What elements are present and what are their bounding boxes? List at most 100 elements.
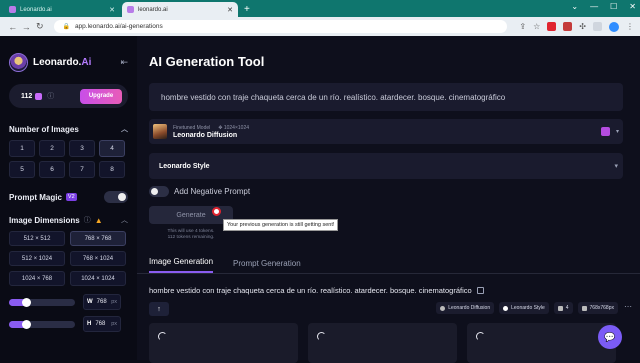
model-icon [440, 305, 446, 311]
brand-name: Leonardo.Ai [33, 56, 92, 68]
negative-prompt-toggle[interactable] [149, 186, 169, 197]
image-count-option[interactable]: 8 [99, 161, 125, 178]
image-count-option[interactable]: 5 [9, 161, 35, 178]
width-value: 768 [96, 299, 107, 305]
width-unit: px [111, 299, 117, 305]
style-select[interactable]: Leonardo Style ▾ [149, 153, 623, 179]
close-window-icon[interactable]: ✕ [629, 2, 636, 11]
browser-actions: ⇪ ☆ ✣ ⋮ [519, 21, 634, 32]
dimension-option[interactable]: 768 × 768 [70, 231, 126, 246]
chevron-down-icon[interactable]: ⌄ [571, 2, 578, 11]
number-of-images-options: 1234 5678 [9, 140, 128, 178]
sidebar: Leonardo.Ai ⇤ 112 ⓘ Upgrade Number of Im… [0, 36, 137, 360]
model-thumbnail [153, 124, 167, 139]
generation-tabs: Image Generation Prompt Generation [137, 252, 640, 274]
minimize-icon[interactable]: — [590, 2, 598, 11]
warning-icon: ▲ [94, 215, 103, 225]
image-dimensions-header[interactable]: Image Dimensions ⓘ ▲ ︿ [9, 215, 128, 225]
close-tab-icon[interactable]: ✕ [109, 6, 115, 14]
image-count-option[interactable]: 3 [69, 140, 95, 157]
chevron-down-icon[interactable]: ▾ [614, 162, 618, 170]
image-count-option[interactable]: 2 [39, 140, 65, 157]
browser-tab-2[interactable]: leonardo.ai ✕ [122, 2, 238, 17]
dimension-option[interactable]: 512 × 512 [9, 231, 65, 246]
star-icon[interactable]: ☆ [533, 22, 540, 31]
browser-tab-1[interactable]: Leonardo.ai ✕ [4, 2, 120, 17]
url-text: app.leonardo.ai/ai-generations [74, 23, 163, 30]
height-slider-handle[interactable] [21, 319, 31, 329]
chat-support-icon[interactable]: 💬 [598, 325, 622, 349]
sidebar-panel-icon[interactable] [593, 22, 602, 31]
image-dimensions-label: Image Dimensions [9, 215, 80, 225]
more-options-icon[interactable]: ⋯ [624, 302, 632, 311]
token-icon [35, 92, 43, 100]
leonardo-favicon-icon [127, 6, 134, 13]
generation-prompt: hombre vestido con traje chaqueta cerca … [149, 286, 484, 295]
loading-spinner-icon [476, 332, 485, 341]
dimension-option[interactable]: 1024 × 1024 [70, 271, 126, 286]
kebab-menu-icon[interactable]: ⋮ [626, 22, 634, 31]
model-settings-icon[interactable] [600, 127, 610, 136]
resize-icon [581, 305, 587, 311]
info-icon[interactable]: ⓘ [47, 91, 54, 101]
dimension-option[interactable]: 1024 × 768 [9, 271, 65, 286]
lock-icon[interactable]: 🔒 [62, 23, 69, 30]
chevron-down-icon[interactable]: ▾ [616, 128, 619, 135]
model-selector[interactable]: Finetuned Model ✥ 1024×1024 Leonardo Dif… [149, 119, 623, 144]
image-count-option[interactable]: 1 [9, 140, 35, 157]
extension-icon[interactable] [563, 22, 573, 31]
browser-tab-title: leonardo.ai [138, 6, 168, 13]
back-arrow-icon[interactable]: ← [6, 22, 19, 32]
generation-meta: Leonardo Diffusion Leonardo Style 4 768x… [436, 302, 618, 314]
prompt-magic-toggle[interactable] [104, 191, 128, 203]
tab-image-generation[interactable]: Image Generation [149, 257, 214, 273]
height-row: H 768 px [9, 316, 128, 332]
page-title: AI Generation Tool [149, 54, 265, 69]
info-icon[interactable]: ⓘ [84, 215, 91, 225]
close-tab-icon[interactable]: ✕ [227, 6, 233, 14]
token-cost-note: This will use 4 tokens. 112 tokens remai… [167, 229, 215, 240]
height-slider[interactable] [9, 319, 75, 329]
extension-icon[interactable] [547, 22, 557, 31]
images-icon [557, 305, 563, 311]
model-kind: Finetuned Model [173, 124, 211, 131]
main-content: AI Generation Tool hombre vestido con tr… [137, 36, 640, 363]
share-icon[interactable]: ⇪ [519, 22, 526, 31]
width-row: W 768 px [9, 294, 128, 310]
width-input[interactable]: W 768 px [83, 294, 121, 310]
reuse-prompt-button[interactable]: ↑ [149, 302, 169, 316]
height-input[interactable]: H 768 px [83, 316, 121, 332]
puzzle-icon[interactable]: ✣ [579, 22, 586, 31]
token-balance: 112 ⓘ Upgrade [9, 84, 128, 108]
prompt-input[interactable]: hombre vestido con traje chaqueta cerca … [149, 83, 623, 111]
tab-prompt-generation[interactable]: Prompt Generation [233, 259, 301, 273]
image-dimensions-options: 512 × 512 768 × 768 512 × 1024 768 × 1024 10… [9, 231, 128, 286]
width-slider[interactable] [9, 297, 75, 307]
image-count-option[interactable]: 7 [69, 161, 95, 178]
negative-prompt-row: Add Negative Prompt [149, 186, 250, 197]
width-slider-handle[interactable] [21, 297, 31, 307]
number-of-images-header[interactable]: Number of Images ︿ [9, 124, 128, 134]
address-bar[interactable]: 🔒 app.leonardo.ai/ai-generations [54, 20, 508, 33]
image-count-option[interactable]: 6 [39, 161, 65, 178]
prompt-magic-row: Prompt Magic V2 [9, 190, 128, 204]
forward-arrow-icon[interactable]: → [19, 22, 32, 32]
dimension-option[interactable]: 768 × 1024 [70, 251, 126, 266]
height-unit: px [111, 321, 117, 327]
upgrade-button[interactable]: Upgrade [80, 88, 122, 104]
loading-spinner-icon [158, 332, 167, 341]
copy-icon[interactable] [476, 287, 484, 294]
maximize-icon[interactable]: ☐ [610, 2, 617, 11]
count-chip: 4 [553, 302, 573, 314]
chevron-up-icon[interactable]: ︿ [121, 124, 128, 134]
profile-avatar-icon[interactable] [609, 21, 619, 32]
window-controls: ⌄ — ☐ ✕ [571, 2, 636, 11]
collapse-sidebar-icon[interactable]: ⇤ [120, 57, 128, 68]
style-icon [503, 305, 509, 311]
dimension-option[interactable]: 512 × 1024 [9, 251, 65, 266]
chevron-up-icon[interactable]: ︿ [121, 215, 128, 225]
new-tab-button[interactable]: + [244, 4, 250, 15]
image-count-option[interactable]: 4 [99, 140, 125, 157]
browser-tab-strip: Leonardo.ai ✕ leonardo.ai ✕ + ⌄ — ☐ ✕ [0, 0, 640, 17]
reload-icon[interactable]: ↻ [33, 21, 46, 32]
